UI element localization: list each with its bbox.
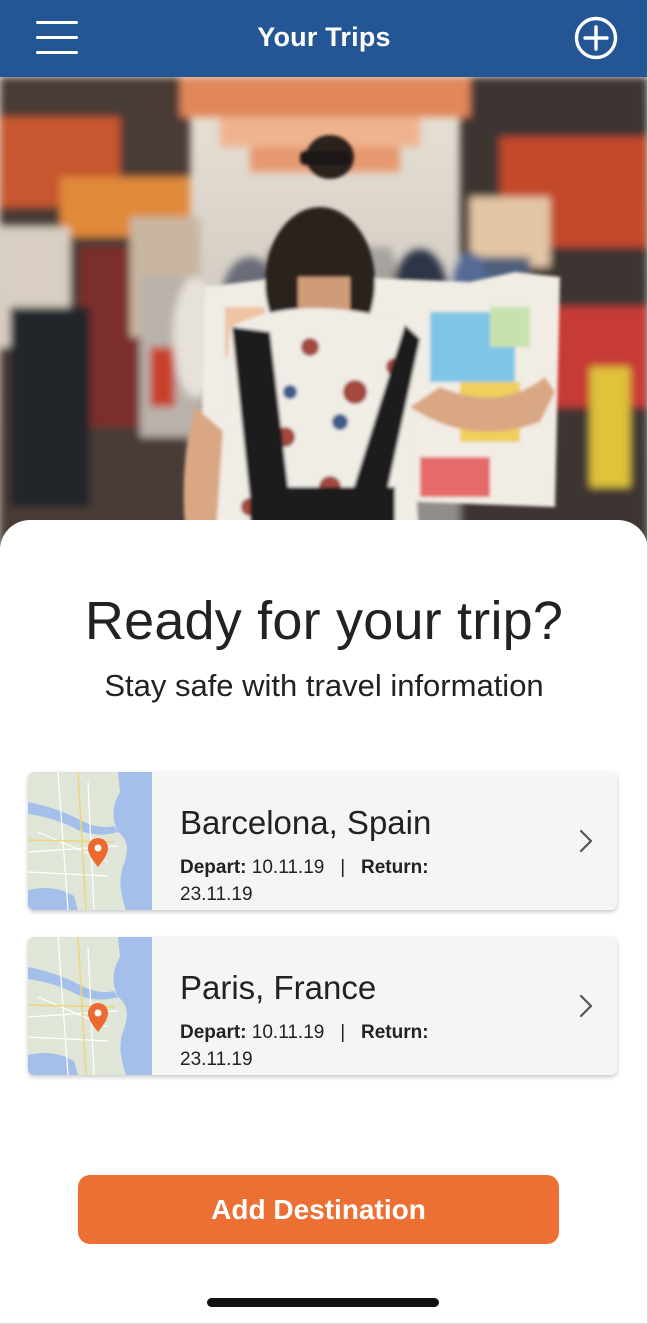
home-indicator[interactable]: [207, 1298, 439, 1307]
trip-card[interactable]: Barcelona, Spain Depart: 10.11.19 | Retu…: [28, 772, 617, 910]
destination-name: Barcelona, Spain: [180, 804, 432, 841]
depart-date: 10.11.19: [251, 1022, 325, 1043]
map-thumbnail: [28, 937, 152, 1075]
hero-photo: [0, 77, 647, 547]
subheadline: Stay safe with travel information: [104, 668, 544, 703]
return-date: 23.11.19: [180, 884, 253, 905]
depart-label: Depart:: [180, 857, 247, 878]
date-separator: |: [340, 1022, 346, 1043]
return-date: 23.11.19: [180, 1049, 253, 1070]
add-destination-button[interactable]: Add Destination: [78, 1175, 559, 1244]
chevron-right-icon[interactable]: [576, 993, 596, 1019]
page-title: Your Trips: [257, 22, 391, 52]
top-app-bar: Your Trips: [0, 0, 647, 77]
trip-dates: Depart: 10.11.19 | Return: 23.11.19: [180, 1019, 470, 1073]
map-thumbnail: [28, 772, 152, 910]
return-label: Return:: [360, 857, 429, 878]
destination-name: Paris, France: [180, 969, 377, 1006]
return-label: Return:: [360, 1022, 429, 1043]
chevron-right-icon[interactable]: [576, 828, 596, 854]
app-screen: Your Trips Ready for your trip? Stay saf…: [0, 0, 648, 1324]
depart-label: Depart:: [180, 1022, 247, 1043]
plus-circle-icon[interactable]: [574, 16, 618, 60]
depart-date: 10.11.19: [251, 857, 325, 878]
trip-dates: Depart: 10.11.19 | Return: 23.11.19: [180, 854, 470, 908]
trip-card[interactable]: Paris, France Depart: 10.11.19 | Return:…: [28, 937, 617, 1075]
date-separator: |: [340, 857, 346, 878]
headline: Ready for your trip?: [84, 591, 564, 651]
